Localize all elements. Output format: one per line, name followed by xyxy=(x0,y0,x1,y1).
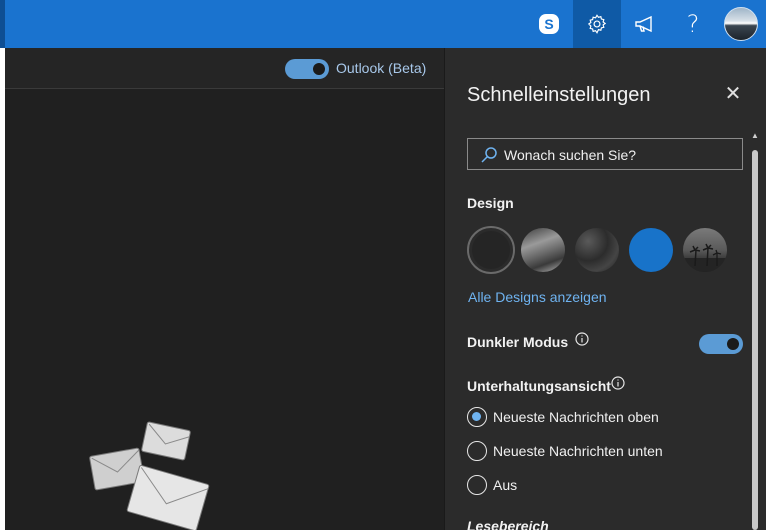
beta-toggle-knob xyxy=(313,63,325,75)
beta-label: Outlook (Beta) xyxy=(336,60,427,76)
settings-button[interactable] xyxy=(573,0,621,48)
feedback-button[interactable] xyxy=(621,0,669,48)
radio-off[interactable]: Aus xyxy=(467,474,517,496)
search-icon xyxy=(481,147,497,163)
search-placeholder: Wonach suchen Sie? xyxy=(504,147,637,163)
top-bar: S ? xyxy=(0,0,766,48)
beta-toggle[interactable] xyxy=(285,59,329,79)
dark-mode-toggle-knob xyxy=(727,338,739,350)
scroll-up-arrow[interactable]: ▲ xyxy=(751,132,759,140)
palm-trees-image xyxy=(683,243,727,272)
dark-mode-toggle[interactable] xyxy=(699,334,743,354)
theme-swatch-mountain[interactable] xyxy=(521,228,565,272)
radio-newest-on-top[interactable]: Neueste Nachrichten oben xyxy=(467,406,659,428)
theme-swatch-black[interactable] xyxy=(467,226,515,274)
command-bar: Outlook (Beta) xyxy=(5,48,444,89)
avatar xyxy=(724,7,758,41)
reading-pane-heading: Lesebereich xyxy=(467,518,549,530)
conversation-view-heading: Unterhaltungsansicht xyxy=(467,378,611,394)
radio-label: Neueste Nachrichten unten xyxy=(493,443,663,459)
radio-button[interactable] xyxy=(467,475,487,495)
account-button[interactable] xyxy=(717,0,765,48)
help-button[interactable]: ? xyxy=(669,0,717,48)
envelope-icon xyxy=(126,464,210,530)
empty-mailbox-illustration xyxy=(89,421,210,530)
all-designs-link[interactable]: Alle Designs anzeigen xyxy=(468,289,607,305)
dark-mode-label: Dunkler Modus xyxy=(467,334,569,350)
quick-settings-panel: Schnelleinstellungen ✕ ▲ Wonach suchen S… xyxy=(444,48,766,530)
theme-swatch-palms[interactable] xyxy=(683,228,727,272)
theme-swatch-texture[interactable] xyxy=(575,228,619,272)
radio-label: Neueste Nachrichten oben xyxy=(493,409,659,425)
question-icon: ? xyxy=(686,10,700,38)
design-heading: Design xyxy=(467,195,514,211)
top-bar-edge xyxy=(0,0,5,48)
radio-newest-on-bottom[interactable]: Neueste Nachrichten unten xyxy=(467,440,663,462)
scrollbar-thumb[interactable] xyxy=(752,150,758,530)
panel-title: Schnelleinstellungen xyxy=(467,84,651,106)
mail-pane: Outlook (Beta) xyxy=(0,48,444,530)
gear-icon xyxy=(587,14,607,34)
close-icon: ✕ xyxy=(724,83,742,105)
mail-pane-edge xyxy=(0,48,5,530)
megaphone-icon xyxy=(635,15,652,33)
envelope-icon xyxy=(141,421,191,461)
skype-button[interactable]: S xyxy=(525,0,573,48)
theme-swatch-blue[interactable] xyxy=(629,228,673,272)
radio-button[interactable] xyxy=(467,441,487,461)
radio-button-checked[interactable] xyxy=(467,407,487,427)
info-icon[interactable] xyxy=(575,332,589,346)
svg-text:S: S xyxy=(544,16,553,32)
radio-label: Aus xyxy=(493,477,518,493)
info-icon[interactable] xyxy=(611,376,625,390)
skype-icon: S xyxy=(539,14,559,34)
settings-search-input[interactable]: Wonach suchen Sie? xyxy=(467,138,743,170)
close-button[interactable]: ✕ xyxy=(723,84,743,104)
